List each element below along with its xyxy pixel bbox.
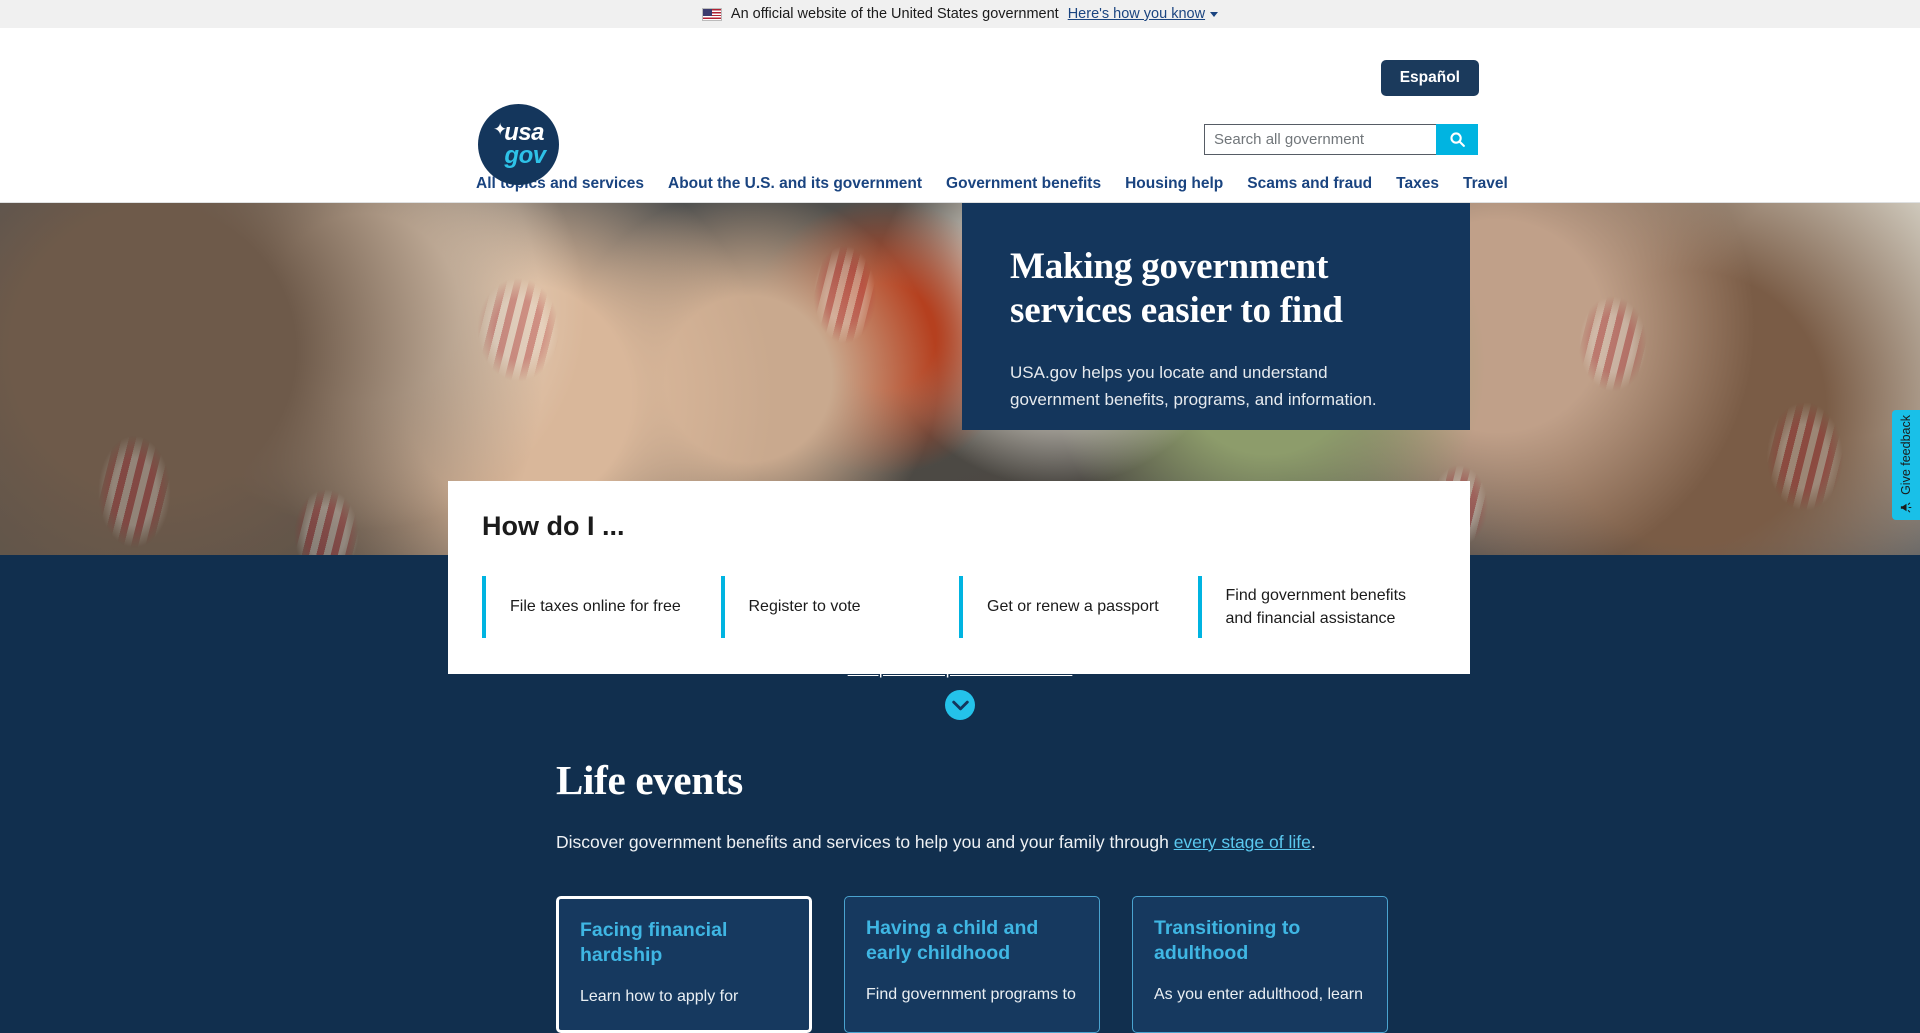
life-event-card-transitioning-to-adulthood[interactable]: Transitioning to adulthood As you enter … — [1132, 896, 1388, 1033]
life-event-card-title: Transitioning to adulthood — [1154, 917, 1301, 964]
hero-title: Making government services easier to fin… — [1010, 246, 1343, 331]
nav-item-scams-and-fraud[interactable]: Scams and fraud — [1247, 175, 1372, 193]
usagov-logo[interactable]: ✦ usa gov — [478, 104, 559, 185]
life-events-description-suffix: . — [1310, 832, 1316, 852]
us-flag-icon — [701, 7, 722, 21]
life-event-card-description: As you enter adulthood, learn — [1154, 985, 1364, 1003]
how-do-i-card: How do I ... File taxes online for free … — [448, 481, 1470, 674]
star-icon: ✦ — [493, 120, 508, 139]
life-event-card-description: Find government programs to — [866, 985, 1076, 1003]
heres-how-you-know-toggle[interactable]: Here's how you know — [1067, 6, 1219, 22]
how-do-i-link-file-taxes[interactable]: File taxes online for free — [482, 576, 721, 638]
how-do-i-links: File taxes online for free Register to v… — [482, 576, 1436, 638]
life-event-card-financial-hardship[interactable]: Facing financial hardship Learn how to a… — [556, 896, 812, 1033]
life-events-description: Discover government benefits and service… — [556, 832, 1806, 853]
megaphone-icon — [1900, 503, 1911, 513]
how-do-i-link-passport[interactable]: Get or renew a passport — [959, 576, 1198, 638]
nav-item-government-benefits[interactable]: Government benefits — [946, 175, 1101, 193]
life-event-card-title: Facing financial hardship — [580, 919, 728, 966]
nav-item-housing-help[interactable]: Housing help — [1125, 175, 1223, 193]
nav-item-about-the-us[interactable]: About the U.S. and its government — [668, 175, 922, 193]
life-events-section: Life events Discover government benefits… — [556, 756, 1806, 1033]
chevron-down-icon — [951, 700, 969, 710]
heres-how-you-know-label: Here's how you know — [1067, 6, 1206, 22]
search-input[interactable] — [1204, 124, 1436, 155]
gov-banner: An official website of the United States… — [0, 0, 1920, 28]
life-events-cards: Facing financial hardship Learn how to a… — [556, 896, 1806, 1033]
hero-panel: Making government services easier to fin… — [962, 203, 1470, 430]
chevron-down-icon — [1210, 11, 1219, 17]
search-form — [1204, 124, 1478, 155]
every-stage-of-life-link[interactable]: every stage of life — [1174, 832, 1311, 852]
search-button[interactable] — [1436, 124, 1478, 155]
espanol-button[interactable]: Español — [1380, 60, 1479, 96]
give-feedback-tab[interactable]: Give feedback — [1892, 410, 1920, 520]
how-do-i-title: How do I ... — [482, 511, 625, 541]
nav-item-travel[interactable]: Travel — [1463, 175, 1508, 193]
primary-nav: All topics and services About the U.S. a… — [0, 165, 1920, 203]
life-event-card-having-a-child[interactable]: Having a child and early childhood Find … — [844, 896, 1100, 1033]
hero-subtitle: USA.gov helps you locate and understand … — [1010, 363, 1377, 409]
logo-gov-text: gov — [504, 141, 546, 169]
site-header: Español ✦ usa gov — [0, 28, 1920, 185]
how-do-i-link-benefits[interactable]: Find government benefits and financial a… — [1197, 576, 1437, 638]
life-event-card-description: Learn how to apply for — [580, 987, 739, 1005]
life-event-card-title: Having a child and early childhood — [866, 917, 1039, 964]
search-icon — [1449, 132, 1465, 147]
life-events-title: Life events — [556, 757, 743, 803]
life-events-description-prefix: Discover government benefits and service… — [556, 832, 1174, 852]
give-feedback-label: Give feedback — [1899, 414, 1913, 495]
jump-to-topics-button[interactable] — [945, 690, 975, 720]
gov-banner-text: An official website of the United States… — [730, 6, 1059, 22]
nav-item-taxes[interactable]: Taxes — [1396, 175, 1439, 193]
how-do-i-link-register-to-vote[interactable]: Register to vote — [720, 576, 960, 638]
